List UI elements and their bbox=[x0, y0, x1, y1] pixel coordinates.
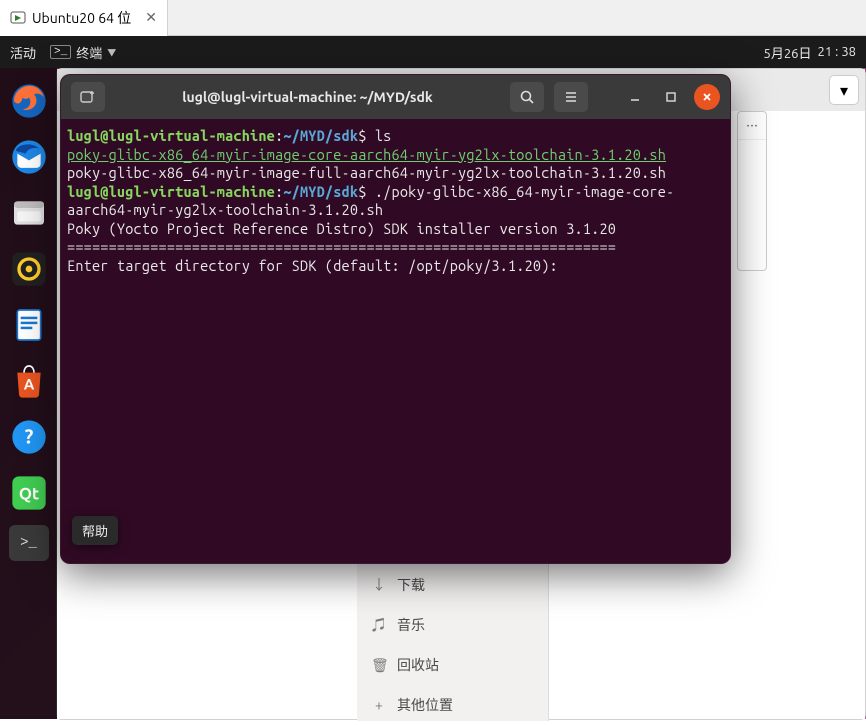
tooltip-label: 帮助 bbox=[82, 525, 108, 539]
files-icon bbox=[9, 193, 49, 233]
firefox-icon bbox=[9, 81, 49, 121]
sidebar-item-downloads[interactable]: ↓ 下载 bbox=[357, 565, 548, 605]
dock-rhythmbox[interactable] bbox=[5, 245, 53, 293]
dock-qt-creator[interactable]: Qt bbox=[5, 469, 53, 517]
sidebar-item-other-locations[interactable]: + 其他位置 bbox=[357, 685, 548, 725]
close-icon[interactable]: ✕ bbox=[145, 9, 157, 26]
help-icon: ? bbox=[9, 417, 49, 457]
vm-tab-title: Ubuntu20 64 位 bbox=[32, 8, 131, 28]
terminal-output[interactable]: lugl@lugl-virtual-machine:~/MYD/sdk$ ls … bbox=[61, 119, 730, 283]
search-button[interactable] bbox=[510, 82, 544, 112]
sidebar-item-label: 回收站 bbox=[397, 655, 439, 675]
terminal-titlebar: lugl@lugl-virtual-machine: ~/MYD/sdk bbox=[61, 75, 730, 119]
terminal-title: lugl@lugl-virtual-machine: ~/MYD/sdk bbox=[115, 89, 500, 105]
search-icon bbox=[519, 89, 535, 105]
svg-text:A: A bbox=[23, 375, 34, 392]
desktop: ▾ ⋯ poky-glibc-x86_64-myir-ima… ↓ 下载 ♫ 音… bbox=[0, 68, 866, 719]
dock: A ? Qt >_ bbox=[0, 68, 57, 719]
download-icon: ↓ bbox=[371, 575, 387, 595]
maximize-button[interactable] bbox=[658, 84, 684, 110]
shopping-bag-icon: A bbox=[9, 361, 49, 401]
sidebar-item-trash[interactable]: 🗑 回收站 bbox=[357, 645, 548, 685]
prompt-path: ~/MYD/sdk bbox=[283, 183, 358, 200]
clock-date[interactable]: 5月26日 bbox=[764, 43, 812, 62]
activities-label: 活动 bbox=[10, 43, 36, 62]
installer-prompt-line: Enter target directory for SDK (default:… bbox=[67, 257, 566, 274]
vm-icon bbox=[10, 10, 26, 26]
activities-button[interactable]: 活动 bbox=[10, 43, 36, 62]
svg-text:Qt: Qt bbox=[18, 485, 38, 504]
prompt-user: lugl@lugl-virtual-machine bbox=[67, 183, 275, 200]
maximize-icon bbox=[665, 91, 677, 103]
terminal-icon: >_ bbox=[20, 535, 37, 551]
dock-firefox[interactable] bbox=[5, 77, 53, 125]
close-icon bbox=[701, 91, 713, 103]
terminal-small-icon: >_ bbox=[50, 45, 71, 59]
trash-icon: 🗑 bbox=[371, 657, 387, 674]
minimize-button[interactable] bbox=[622, 84, 648, 110]
qt-icon: Qt bbox=[9, 473, 49, 513]
clock-time[interactable]: 21 : 38 bbox=[818, 45, 856, 59]
file-manager-sidebar: ↓ 下载 ♫ 音乐 🗑 回收站 + 其他位置 bbox=[357, 559, 549, 721]
prompt-path: ~/MYD/sdk bbox=[283, 127, 358, 144]
close-button[interactable] bbox=[694, 84, 720, 110]
sidebar-item-label: 下载 bbox=[397, 575, 425, 595]
dock-tooltip: 帮助 bbox=[72, 516, 118, 545]
minimize-icon bbox=[629, 91, 641, 103]
sidebar-item-label: 其他位置 bbox=[397, 695, 453, 715]
vm-tab-bar: Ubuntu20 64 位 ✕ bbox=[0, 0, 866, 36]
hamburger-icon bbox=[563, 89, 579, 105]
current-app-label: 终端 bbox=[76, 43, 102, 62]
terminal-window[interactable]: lugl@lugl-virtual-machine: ~/MYD/sdk bbox=[60, 74, 731, 564]
terminal-command: ls bbox=[375, 127, 392, 144]
svg-text:?: ? bbox=[24, 425, 33, 448]
prompt-user: lugl@lugl-virtual-machine bbox=[67, 127, 275, 144]
installer-output-line: ========================================… bbox=[67, 238, 616, 255]
music-icon: ♫ bbox=[371, 615, 387, 635]
installer-output-line: Poky (Yocto Project Reference Distro) SD… bbox=[67, 220, 616, 237]
ls-output-line: poky-glibc-x86_64-myir-image-full-aarch6… bbox=[67, 164, 666, 181]
new-tab-button[interactable] bbox=[71, 82, 105, 112]
vm-tab[interactable]: Ubuntu20 64 位 ✕ bbox=[0, 0, 168, 36]
sidebar-item-label: 音乐 bbox=[397, 615, 425, 635]
path-popover[interactable]: ⋯ bbox=[737, 111, 767, 271]
path-dropdown-button[interactable]: ▾ bbox=[829, 75, 859, 105]
chevron-down-icon: ▼ bbox=[107, 46, 116, 59]
dock-thunderbird[interactable] bbox=[5, 133, 53, 181]
ls-output-line: poky-glibc-x86_64-myir-image-core-aarch6… bbox=[67, 146, 666, 163]
thunderbird-icon bbox=[9, 137, 49, 177]
dock-libreoffice-writer[interactable] bbox=[5, 301, 53, 349]
sidebar-item-music[interactable]: ♫ 音乐 bbox=[357, 605, 548, 645]
chevron-down-icon: ▾ bbox=[840, 81, 848, 100]
path-popover-item[interactable]: ⋯ bbox=[738, 112, 766, 140]
dock-software[interactable]: A bbox=[5, 357, 53, 405]
dock-files[interactable] bbox=[5, 189, 53, 237]
dock-help[interactable]: ? bbox=[5, 413, 53, 461]
plus-icon: + bbox=[371, 697, 387, 713]
hamburger-menu-button[interactable] bbox=[554, 82, 588, 112]
speaker-icon bbox=[9, 249, 49, 289]
ubuntu-top-bar: 活动 >_ 终端 ▼ 5月26日 21 : 38 bbox=[0, 36, 866, 68]
document-icon bbox=[9, 305, 49, 345]
current-app-indicator[interactable]: >_ 终端 ▼ bbox=[50, 43, 116, 62]
new-tab-icon bbox=[80, 89, 96, 105]
dock-terminal[interactable]: >_ bbox=[9, 525, 49, 561]
